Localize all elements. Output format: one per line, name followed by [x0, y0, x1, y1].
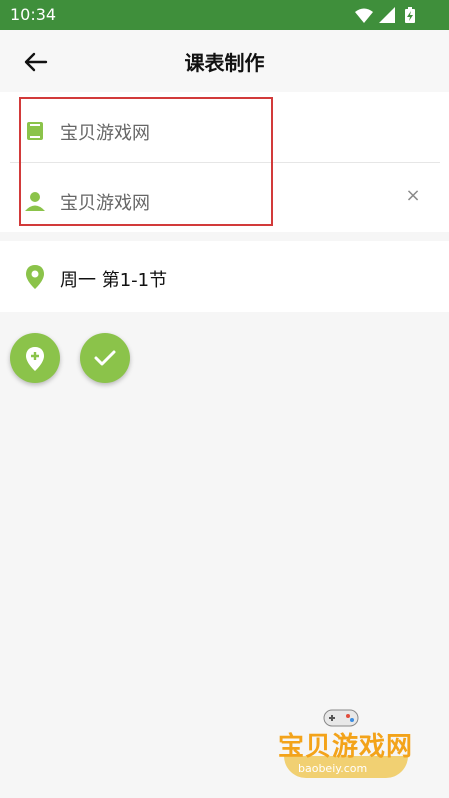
confirm-button[interactable] [80, 333, 130, 383]
status-time: 10:34 [10, 5, 57, 24]
page-title: 课表制作 [184, 51, 265, 75]
check-icon [94, 350, 116, 366]
status-bar: 10:34 [0, 0, 449, 30]
status-icons [355, 7, 415, 23]
schedule-row[interactable]: 周一 第1-1节 [0, 241, 449, 312]
wifi-icon [355, 8, 373, 23]
battery-icon [405, 7, 415, 23]
app-bar: 课表制作 [0, 30, 449, 92]
signal-icon [379, 7, 395, 23]
clear-icon[interactable]: × [403, 186, 423, 206]
add-location-icon [26, 347, 44, 371]
watermark-url: baobeiy.com [298, 762, 368, 775]
location-pin-icon [26, 265, 44, 289]
highlight-box [19, 97, 273, 226]
watermark: 宝贝游戏网 baobeiy.com [272, 700, 420, 786]
watermark-text: 宝贝游戏网 [278, 732, 414, 762]
gamepad-icon [323, 709, 359, 727]
add-location-button[interactable] [10, 333, 60, 383]
schedule-label: 周一 第1-1节 [60, 270, 168, 291]
